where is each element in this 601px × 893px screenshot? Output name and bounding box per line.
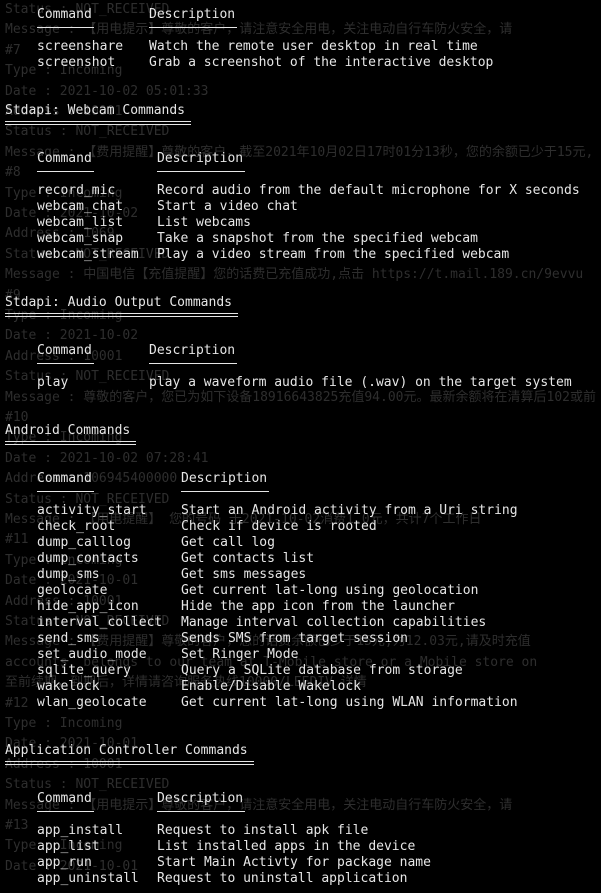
section-title: Stdapi: Audio Output Commands: [5, 295, 232, 310]
background-log-line: Message : 尊敬的客户，您已为如下设备18916643825充值94.0…: [5, 389, 596, 405]
background-log-line: Type : Incoming: [5, 716, 123, 731]
command-name: activity_start: [37, 503, 147, 518]
background-log-line: Message : 【用电提示】尊敬的客户，请注意安全用电，关注电动自行车防火安…: [5, 22, 513, 38]
command-name: webcam_list: [37, 215, 124, 230]
command-name: app_list: [37, 839, 100, 854]
command-name: webcam_stream: [37, 247, 139, 262]
command-name: play: [37, 375, 69, 390]
command-description: Start a video chat: [157, 199, 298, 214]
command-name: set_audio_mode: [37, 647, 147, 662]
command-description: Manage interval collection capabilities: [181, 615, 487, 630]
column-header-command: Command: [37, 343, 92, 358]
command-name: webcam_chat: [37, 199, 124, 214]
column-header-description: Description: [181, 471, 268, 486]
column-rule-description: [149, 363, 237, 364]
background-log-line: #8: [5, 165, 21, 181]
command-name: screenshare: [37, 39, 124, 54]
command-description: Query a SQLite database from storage: [181, 663, 463, 678]
column-header-description: Description: [149, 343, 236, 358]
command-description: Start Main Activty for package name: [157, 855, 431, 870]
command-description: Play a video stream from the specified w…: [157, 247, 510, 262]
command-description: List installed apps in the device: [157, 839, 416, 854]
terminal-window[interactable]: Status : NOT_RECEIVED Message : 【用电提示】尊敬的…: [0, 0, 601, 893]
column-rule-command: [37, 171, 94, 172]
background-log-line: #13: [5, 818, 29, 833]
command-description: Request to uninstall application: [157, 871, 408, 886]
section-title-underline: [5, 441, 136, 445]
section-title: Android Commands: [5, 423, 131, 438]
background-log-line: Status : NOT_RECEIVED: [5, 369, 170, 385]
column-header-command: Command: [37, 791, 92, 806]
column-header-description: Description: [157, 151, 244, 166]
command-name: webcam_snap: [37, 231, 124, 246]
command-description: Get current lat-long using geolocation: [181, 583, 479, 598]
command-name: record_mic: [37, 183, 116, 198]
command-name: app_install: [37, 823, 124, 838]
section-title: Application Controller Commands: [5, 743, 248, 758]
command-name: sqlite_query: [37, 663, 131, 678]
section-title: Stdapi: Webcam Commands: [5, 103, 186, 118]
column-rule-description: [157, 171, 245, 172]
section-title-underline: [5, 313, 238, 317]
column-rule-command: [37, 491, 94, 492]
section-title-underline: [5, 121, 191, 125]
command-description: Hide the app icon from the launcher: [181, 599, 455, 614]
background-log-line: Date : 2021-10-02 07:28:41: [5, 450, 209, 466]
command-description: Get contacts list: [181, 551, 315, 566]
column-rule-description: [157, 811, 245, 812]
background-log-line: Message : 【费用提醒】尊敬的客户，截至2021年10月02日17时01…: [5, 144, 594, 160]
background-log-line: Message : 中国电信【充值提醒】您的话费已充值成功,点击 https:/…: [5, 267, 584, 283]
command-description: Sends SMS from target session: [181, 631, 408, 646]
background-log-line: Date : 2021-10-02 05:01:33: [5, 83, 209, 99]
column-rule-command: [37, 27, 94, 28]
command-description: play a waveform audio file (.wav) on the…: [149, 375, 572, 390]
column-rule-description: [181, 491, 269, 492]
command-description: Record audio from the default microphone…: [157, 183, 580, 198]
command-name: geolocate: [37, 583, 108, 598]
command-description: Grab a screenshot of the interactive des…: [149, 55, 494, 70]
section-title-underline: [5, 761, 254, 765]
command-name: wakelock: [37, 679, 100, 694]
column-header-description: Description: [157, 791, 244, 806]
command-description: Get call log: [181, 535, 275, 550]
background-log-line: #11: [5, 532, 29, 548]
column-header-command: Command: [37, 151, 92, 166]
command-name: app_uninstall: [37, 871, 139, 886]
command-description: Start an Android activity from a Uri str…: [181, 503, 518, 518]
command-description: Get current lat-long using WLAN informat…: [181, 695, 518, 710]
command-name: hide_app_icon: [37, 599, 139, 614]
command-description: Set Ringer Mode: [181, 647, 299, 662]
column-rule-description: [149, 27, 237, 28]
command-description: Request to install apk file: [157, 823, 369, 838]
command-name: send_sms: [37, 631, 100, 646]
command-description: Check if device is rooted: [181, 519, 377, 534]
background-log-line: Status : NOT_RECEIVED: [5, 124, 170, 140]
background-log-line: #12: [5, 695, 29, 711]
command-name: screenshot: [37, 55, 116, 70]
column-rule-command: [37, 811, 94, 812]
command-name: dump_sms: [37, 567, 100, 582]
command-name: interval_collect: [37, 615, 163, 630]
command-description: Watch the remote user desktop in real ti…: [149, 39, 478, 54]
command-description: Enable/Disable Wakelock: [181, 679, 362, 694]
column-header-command: Command: [37, 471, 92, 486]
column-header-command: Command: [37, 7, 92, 22]
command-description: List webcams: [157, 215, 251, 230]
background-log-line: #7: [5, 42, 21, 58]
command-name: wlan_geolocate: [37, 695, 147, 710]
command-description: Take a snapshot from the specified webca…: [157, 231, 478, 246]
background-log-line: Date : 2021-10-02: [5, 328, 139, 344]
command-name: dump_contacts: [37, 551, 139, 566]
command-name: check_root: [37, 519, 116, 534]
command-description: Get sms messages: [181, 567, 307, 582]
column-header-description: Description: [149, 7, 236, 22]
command-name: app_run: [37, 855, 92, 870]
command-name: dump_calllog: [37, 535, 131, 550]
column-rule-command: [37, 363, 94, 364]
